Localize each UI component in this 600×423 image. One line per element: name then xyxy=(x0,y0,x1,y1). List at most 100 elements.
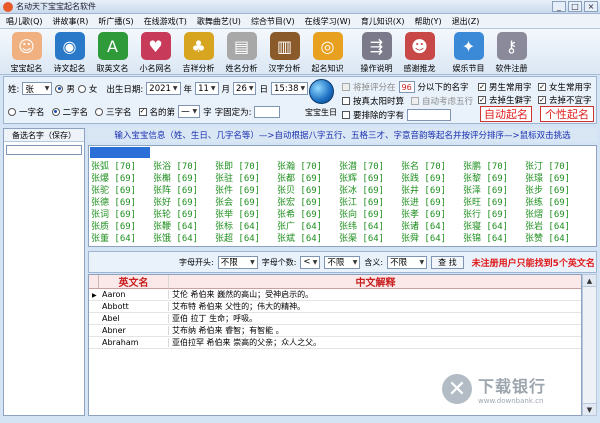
baby-birthday-label: 宝宝生日 xyxy=(305,108,337,117)
gender-male-label: 男 xyxy=(66,84,75,95)
chinese-meaning-cell[interactable]: 艾布特 希伯来 父性的；伟大的精神。 xyxy=(169,301,581,312)
meaning-select[interactable]: 不限 ▼ xyxy=(387,255,428,269)
exclude-chars-checkbox[interactable] xyxy=(342,111,350,119)
name-candidate[interactable]: 张斌 [64] xyxy=(277,231,339,244)
col-english-header[interactable]: 英文名 xyxy=(99,275,169,289)
toolbar-button-1[interactable]: ◉ 诗文起名 xyxy=(48,29,91,75)
english-name-cell[interactable]: Abraham xyxy=(99,338,169,347)
menu-music-opera[interactable]: 歌舞曲艺(U) xyxy=(197,16,241,27)
auto-five-elements-checkbox[interactable] xyxy=(411,97,420,105)
time-select[interactable]: 15:38 ▼ xyxy=(271,82,309,95)
one-char-radio[interactable] xyxy=(8,107,16,116)
menu-variety[interactable]: 综合节目(V) xyxy=(251,16,295,27)
maximize-button[interactable]: □ xyxy=(568,1,582,12)
name-candidate[interactable]: 张赞 [64] xyxy=(525,231,587,244)
girl-common-checkbox[interactable]: ✓ xyxy=(538,83,546,91)
name-candidate[interactable]: 张超 [64] xyxy=(215,231,277,244)
table-row[interactable]: Abbott 艾布特 希伯来 父性的；伟大的精神。 xyxy=(89,301,581,313)
gourd-icon: ♣ xyxy=(183,32,214,60)
saved-names-header[interactable]: 备选名字（保存） xyxy=(4,129,84,142)
scroll-down-icon[interactable]: ▼ xyxy=(583,403,596,415)
toolbar-button-2[interactable]: A 取英文名 xyxy=(91,29,134,75)
english-name-cell[interactable]: Aaron xyxy=(99,290,169,299)
toolbar-label: 取英文名 xyxy=(96,64,129,73)
true-solar-time-checkbox[interactable] xyxy=(342,97,350,105)
remove-rare-checkbox[interactable]: ✓ xyxy=(478,96,486,104)
baby-birthday-button[interactable]: 宝宝生日 xyxy=(304,79,338,122)
table-row[interactable]: ▶ Aaron 艾伦 希伯来 巍然的高山；受神启示的。 xyxy=(89,289,581,301)
col-chinese-header[interactable]: 中文解释 xyxy=(169,275,581,289)
letter-count-select[interactable]: 不限 ▼ xyxy=(324,255,361,269)
toolbar-button-4[interactable]: ♣ 吉祥分析 xyxy=(177,29,220,75)
skip-score-input[interactable]: 96 xyxy=(398,81,415,93)
english-name-cell[interactable]: Abner xyxy=(99,326,169,335)
menu-parenting[interactable]: 育儿知识(X) xyxy=(361,16,405,27)
toolbar-button-5[interactable]: ▤ 姓名分析 xyxy=(220,29,263,75)
chinese-meaning-cell[interactable]: 亚伯拉罕 希伯来 崇高的父亲；众人之父。 xyxy=(169,337,581,348)
exclude-chars-input[interactable] xyxy=(407,109,452,121)
day-select[interactable]: 26 ▼ xyxy=(233,82,257,95)
name-position-select[interactable]: 一 ▼ xyxy=(178,105,201,118)
table-scrollbar[interactable]: ▲ ▼ xyxy=(582,274,597,416)
year-select[interactable]: 2021 ▼ xyxy=(146,82,181,95)
name-grid-row: 张质 [69] 张鞭 [64] 张标 [64] 张广 [64] 张纬 [64] 张诸 [6… xyxy=(91,219,587,232)
skip-score-checkbox[interactable] xyxy=(342,83,350,91)
toolbar-button-9[interactable]: ☻ 感谢推龙 xyxy=(398,29,441,75)
gender-female-radio[interactable] xyxy=(77,84,86,93)
table-row[interactable]: Abraham 亚伯拉罕 希伯来 崇高的父亲；众人之父。 xyxy=(89,337,581,349)
fixed-char-input[interactable] xyxy=(254,105,281,118)
chinese-meaning-cell[interactable]: 亚伯 拉丁 生命；呼吸。 xyxy=(169,313,581,324)
name-candidate[interactable]: 张董 [64] xyxy=(91,231,153,244)
skip-score-suffix: 分以下的名字 xyxy=(417,83,469,93)
table-row[interactable]: Abner 艾布纳 希伯来 睿智；有智能 。 xyxy=(89,325,581,337)
menu-radio[interactable]: 听广播(S) xyxy=(98,16,133,27)
menu-help[interactable]: 帮助(Y) xyxy=(415,16,442,27)
name-candidate[interactable]: 张渠 [64] xyxy=(339,231,401,244)
selected-cell[interactable] xyxy=(90,147,150,158)
scroll-up-icon[interactable]: ▲ xyxy=(583,275,596,287)
toolbar-button-7[interactable]: ◎ 起名知识 xyxy=(306,29,349,75)
english-name-cell[interactable]: Abel xyxy=(99,314,169,323)
table-row[interactable]: Abel 亚伯 拉丁 生命；呼吸。 xyxy=(89,313,581,325)
boy-common-checkbox[interactable]: ✓ xyxy=(478,83,486,91)
gender-male-radio[interactable] xyxy=(55,84,64,93)
chinese-meaning-cell[interactable]: 艾伦 希伯来 巍然的高山；受神启示的。 xyxy=(169,289,581,300)
menu-stories[interactable]: 讲故事(R) xyxy=(53,16,89,27)
watermark-url: www.downbank.cn xyxy=(478,397,544,405)
auto-name-button[interactable]: 自动起名 xyxy=(480,106,532,122)
chinese-meaning-cell[interactable]: 艾布纳 希伯来 睿智；有智能 。 xyxy=(169,325,581,336)
menu-online-learning[interactable]: 在线学习(W) xyxy=(305,16,351,27)
search-button[interactable]: 查 找 xyxy=(431,255,464,269)
remove-rare-label: 去掉生僻字 xyxy=(489,96,532,106)
english-name-cell[interactable]: Abbott xyxy=(99,302,169,311)
toolbar-button-8[interactable]: ⇶ 操作说明 xyxy=(355,29,398,75)
month-select[interactable]: 11 ▼ xyxy=(195,82,219,95)
menu-online-games[interactable]: 在线游戏(T) xyxy=(144,16,187,27)
name-position-checkbox[interactable]: ✓ xyxy=(138,107,147,116)
minimize-button[interactable]: _ xyxy=(552,1,566,12)
letter-count-op-select[interactable]: < ▼ xyxy=(300,255,321,269)
name-candidate[interactable]: 张饿 [64] xyxy=(153,231,215,244)
first-letter-select[interactable]: 不限 ▼ xyxy=(217,255,258,269)
close-button[interactable]: × xyxy=(584,1,598,12)
surname-select[interactable]: 张 ▼ xyxy=(22,82,53,95)
name-candidate[interactable]: 张舜 [64] xyxy=(401,231,463,244)
menu-exit[interactable]: 退出(Z) xyxy=(452,16,480,27)
two-char-radio[interactable] xyxy=(51,107,60,116)
first-letter-value: 不限 xyxy=(220,258,238,268)
personal-name-button[interactable]: 个性起名 xyxy=(540,106,594,122)
name-candidate[interactable]: 张锦 [64] xyxy=(463,231,525,244)
toolbar-button-3[interactable]: ♥ 小名网名 xyxy=(134,29,177,75)
toolbar-button-6[interactable]: ▥ 汉字分析 xyxy=(263,29,306,75)
menu-sing-songs[interactable]: 唱儿歌(Q) xyxy=(6,16,43,27)
saved-names-input[interactable] xyxy=(6,145,82,155)
three-char-radio[interactable] xyxy=(95,107,104,116)
remove-bad-checkbox[interactable]: ✓ xyxy=(538,96,546,104)
toolbar-button-0[interactable]: ☺ 宝宝起名 xyxy=(5,29,48,75)
name-results-grid[interactable]: 张弧 [70] 张浴 [70] 张即 [70] 张瀚 [70] 张潜 [70] 张名 [7… xyxy=(88,145,597,247)
name-position-label: 名的第 xyxy=(149,107,176,118)
toolbar-button-11[interactable]: ⚷ 软件注册 xyxy=(490,29,533,75)
fixed-char-label: 字固定为: xyxy=(214,107,252,118)
year-unit: 年 xyxy=(183,84,193,95)
toolbar-button-10[interactable]: ✦ 娱乐节目 xyxy=(447,29,490,75)
